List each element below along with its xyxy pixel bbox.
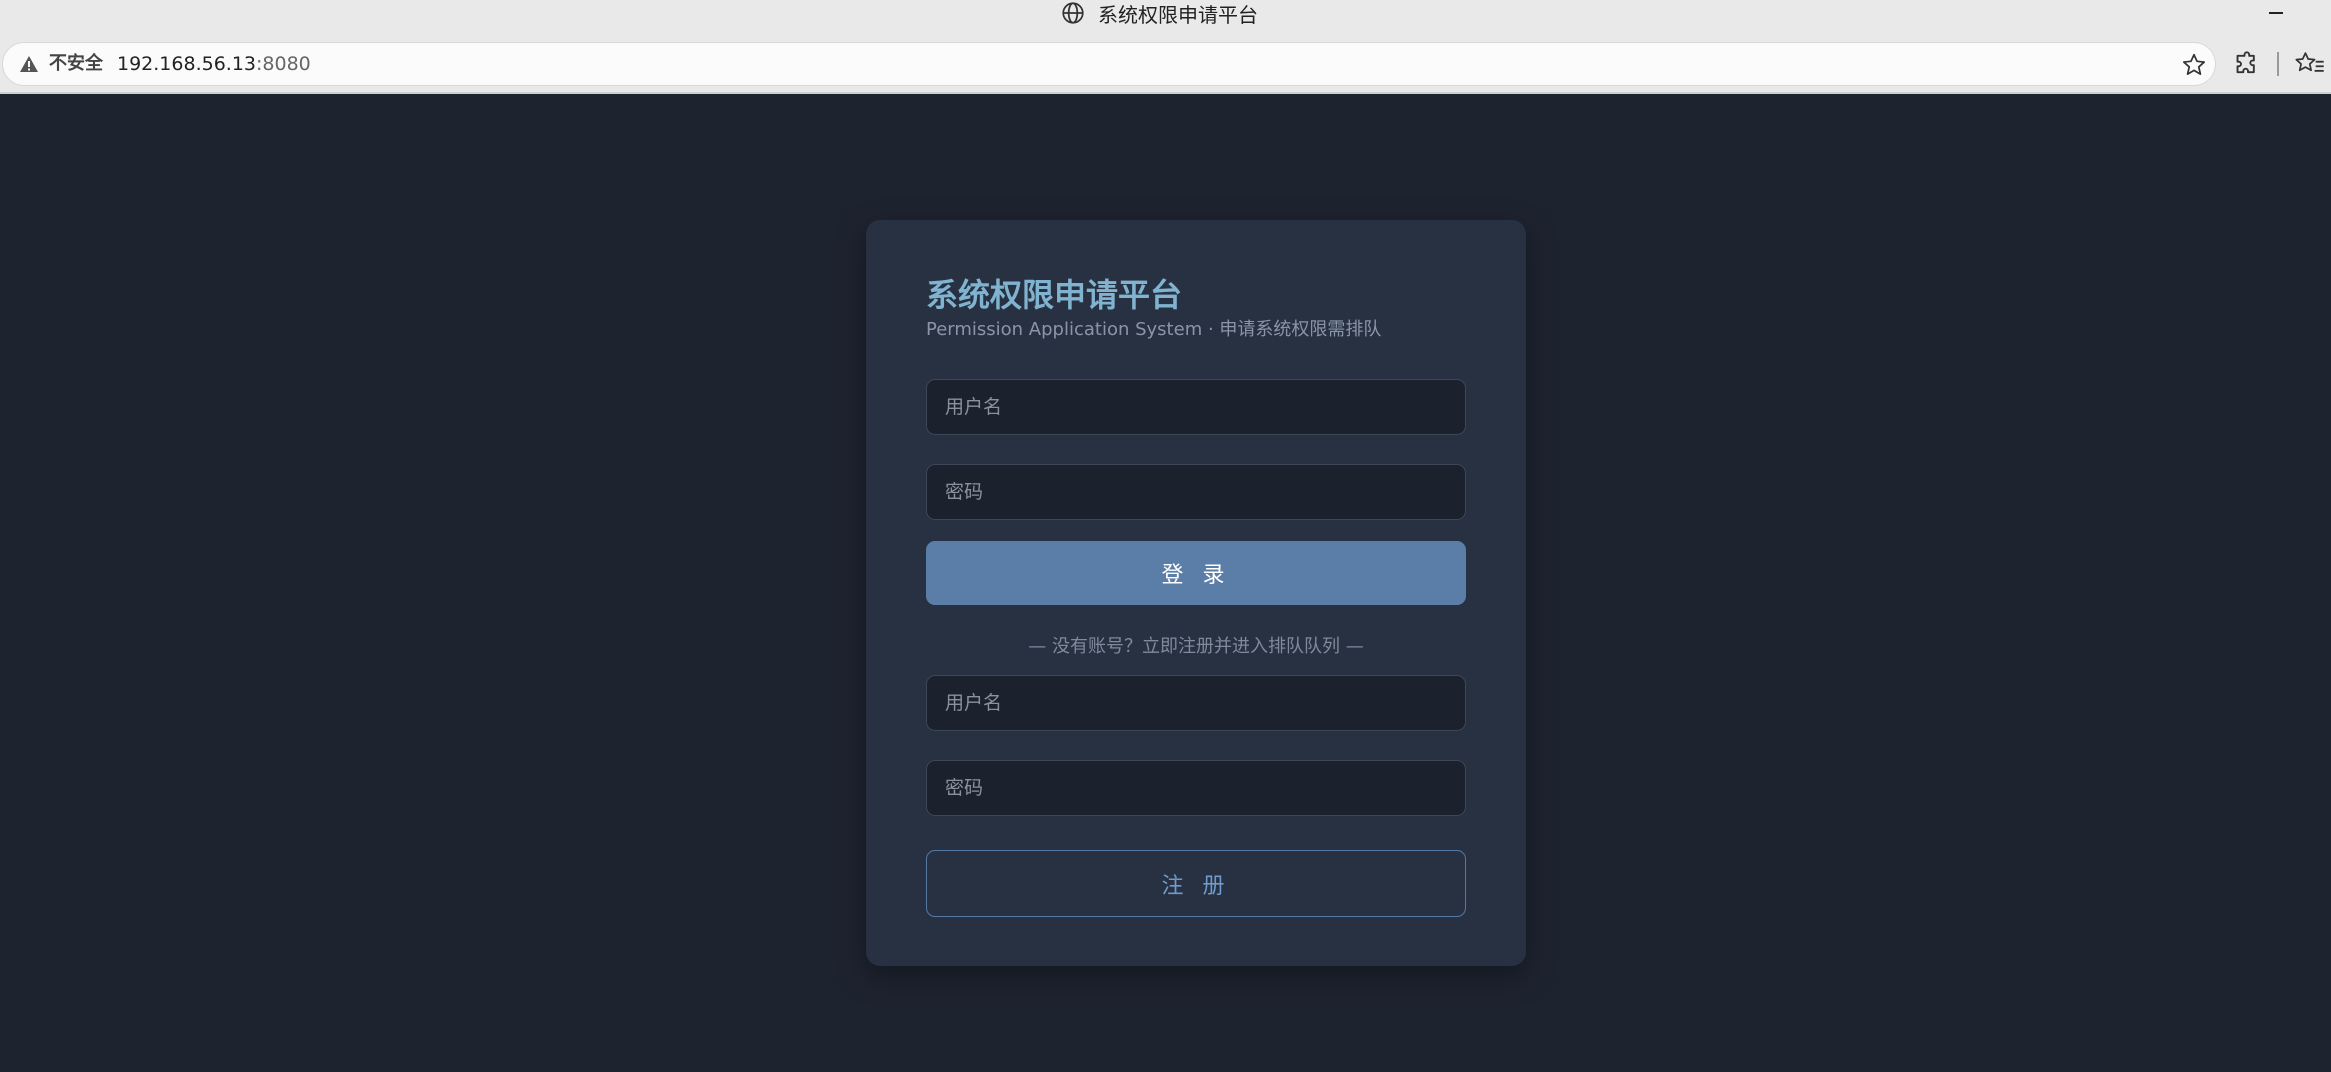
window-title-group: 系统权限申请平台 — [1060, 0, 1258, 27]
minimize-icon — [2269, 12, 2283, 14]
url-host: 192.168.56.13 — [117, 53, 257, 75]
globe-icon — [1062, 2, 1084, 24]
login-card: 系统权限申请平台 Permission Application System ·… — [866, 220, 1526, 966]
extensions-icon[interactable] — [2234, 50, 2262, 78]
login-username-input[interactable] — [926, 379, 1466, 435]
login-password-input[interactable] — [926, 464, 1466, 520]
favorites-icon[interactable] — [2294, 50, 2326, 78]
minimize-button[interactable] — [2256, 0, 2296, 26]
toolbar-divider — [2277, 52, 2279, 76]
register-password-input[interactable] — [926, 760, 1466, 816]
star-icon[interactable] — [2181, 52, 2207, 78]
url-text[interactable]: 192.168.56.13:8080 — [117, 51, 311, 77]
page-title: 系统权限申请平台 — [926, 276, 1183, 314]
register-button[interactable]: 注 册 — [926, 850, 1466, 917]
register-divider-text: — 没有账号？立即注册并进入排队队列 — — [1028, 636, 1364, 657]
browser-title-bar: 系统权限申请平台 — [0, 0, 2331, 27]
login-button[interactable]: 登 录 — [926, 541, 1466, 605]
security-status-label[interactable]: 不安全 — [49, 51, 103, 77]
address-bar[interactable]: 不安全 192.168.56.13:8080 — [2, 42, 2216, 86]
browser-toolbar: 不安全 192.168.56.13:8080 — [0, 26, 2331, 94]
window-title: 系统权限申请平台 — [1098, 2, 1258, 27]
url-port: :8080 — [256, 53, 311, 75]
page-subtitle: Permission Application System · 申请系统权限需排… — [926, 319, 1382, 340]
warning-icon[interactable] — [19, 55, 39, 73]
register-username-input[interactable] — [926, 675, 1466, 731]
